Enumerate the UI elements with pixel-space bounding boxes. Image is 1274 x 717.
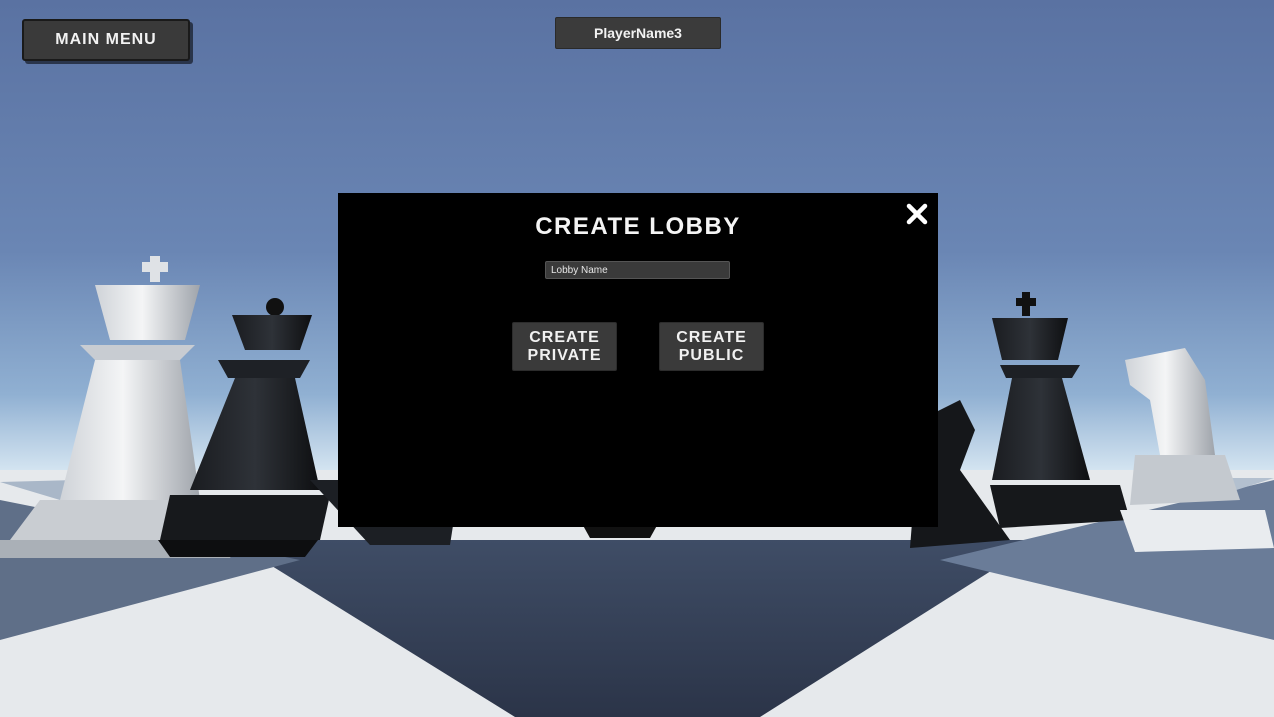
create-public-label-line1: CREATE xyxy=(676,328,747,346)
player-name-label: PlayerName3 xyxy=(555,17,721,49)
close-icon[interactable] xyxy=(904,201,930,227)
lobby-name-input[interactable] xyxy=(545,261,730,279)
create-private-button[interactable]: CREATE PRIVATE xyxy=(512,322,617,371)
create-public-button[interactable]: CREATE PUBLIC xyxy=(659,322,764,371)
dialog-title: CREATE LOBBY xyxy=(535,213,741,240)
main-menu-button[interactable]: MAIN MENU xyxy=(22,19,190,61)
create-private-label-line2: PRIVATE xyxy=(527,346,602,364)
create-private-label-line1: CREATE xyxy=(529,328,600,346)
create-lobby-dialog: CREATE LOBBY CREATE PRIVATE CREATE PUBLI… xyxy=(338,193,938,527)
create-public-label-line2: PUBLIC xyxy=(678,346,745,364)
